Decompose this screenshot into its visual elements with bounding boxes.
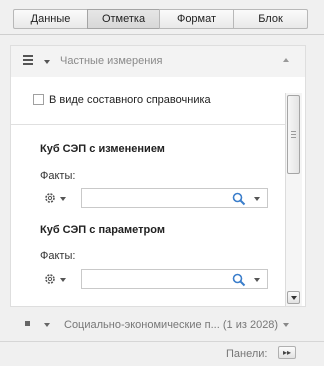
panels-label: Панели: bbox=[226, 348, 268, 360]
tab-group: Данные Отметка Формат Блок bbox=[13, 9, 308, 29]
menu-icon[interactable] bbox=[23, 55, 33, 65]
bottom-panel-count: (1 из 2028) bbox=[222, 319, 279, 331]
divider bbox=[0, 341, 324, 342]
section-title-cube-param: Куб СЭП с параметром bbox=[40, 224, 165, 236]
collapse-chevron-up-icon[interactable] bbox=[283, 58, 289, 62]
checkbox-label: В виде составного справочника bbox=[49, 94, 211, 106]
socioeconomic-panel-header[interactable]: Социально-экономические п... (1 из 2028) bbox=[10, 313, 304, 337]
gear-icon[interactable] bbox=[44, 273, 56, 285]
tab-format[interactable]: Формат bbox=[159, 9, 234, 29]
gear-dropdown-chevron-icon[interactable] bbox=[60, 197, 66, 201]
facts-input-cube-change[interactable] bbox=[81, 188, 268, 208]
facts-text-input[interactable] bbox=[82, 189, 230, 207]
tab-block[interactable]: Блок bbox=[233, 9, 308, 29]
square-icon bbox=[25, 321, 30, 326]
scrollbar-thumb[interactable] bbox=[287, 95, 300, 174]
bottom-panel-title: Социально-экономические п... (1 из 2028) bbox=[64, 319, 279, 331]
panels-expand-button[interactable]: ▸▸ bbox=[278, 346, 296, 359]
gear-dropdown-chevron-icon[interactable] bbox=[60, 278, 66, 282]
facts-text-input[interactable] bbox=[82, 270, 230, 288]
vertical-scrollbar[interactable] bbox=[285, 93, 302, 306]
chevron-down-icon[interactable] bbox=[254, 278, 260, 282]
panel-body: В виде составного справочника Куб СЭП с … bbox=[10, 77, 306, 307]
composite-dictionary-checkbox[interactable] bbox=[33, 94, 44, 105]
facts-label: Факты: bbox=[40, 250, 76, 262]
tab-mark[interactable]: Отметка bbox=[87, 9, 160, 29]
composite-dictionary-row: В виде составного справочника bbox=[11, 77, 287, 125]
facts-label: Факты: bbox=[40, 170, 76, 182]
tab-data[interactable]: Данные bbox=[13, 9, 88, 29]
gear-icon[interactable] bbox=[44, 192, 56, 204]
tab-bar: Данные Отметка Формат Блок bbox=[0, 0, 324, 35]
expand-chevron-down-icon[interactable] bbox=[283, 323, 289, 327]
search-icon[interactable] bbox=[232, 273, 246, 287]
private-dimensions-header[interactable]: Частные измерения bbox=[10, 45, 306, 78]
chevron-down-icon[interactable] bbox=[44, 60, 50, 64]
chevron-down-icon[interactable] bbox=[44, 323, 50, 327]
section-title-cube-change: Куб СЭП с изменением bbox=[40, 143, 165, 155]
facts-input-cube-param[interactable] bbox=[81, 269, 268, 289]
scroll-down-button[interactable] bbox=[287, 291, 300, 304]
panel-title: Частные измерения bbox=[60, 55, 163, 67]
chevron-down-icon[interactable] bbox=[254, 197, 260, 201]
search-icon[interactable] bbox=[232, 192, 246, 206]
